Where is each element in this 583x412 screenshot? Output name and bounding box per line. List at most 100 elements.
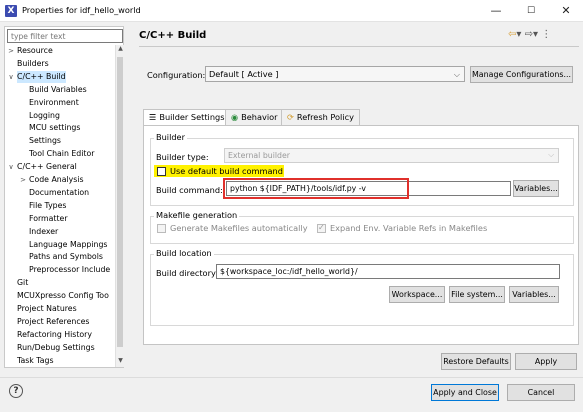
tab-builder-settings[interactable]: ☰ Builder Settings: [143, 109, 231, 126]
tree-item[interactable]: > Code Analysis: [5, 174, 115, 186]
refresh-icon: ⟳: [287, 112, 294, 122]
tree-item-label: Settings: [29, 136, 61, 146]
tree-item[interactable]: Documentation: [5, 187, 115, 199]
tree-item[interactable]: MCU settings: [5, 122, 115, 134]
build-directory-label: Build directory:: [156, 268, 218, 278]
view-menu-icon[interactable]: ⋮: [541, 29, 551, 40]
chevron-down-icon[interactable]: ∨: [7, 71, 15, 83]
tree-item-label: C/C++ General: [17, 162, 77, 172]
tree-item-label: Build Variables: [29, 84, 87, 94]
tree-item[interactable]: Settings: [5, 135, 115, 147]
tree-item[interactable]: Paths and Symbols: [5, 251, 115, 263]
manage-configurations-button[interactable]: Manage Configurations...: [470, 66, 573, 83]
close-button[interactable]: ✕: [549, 0, 583, 22]
chevron-down-icon: ⌵: [453, 70, 460, 79]
forward-arrow-icon[interactable]: ⇨: [525, 29, 533, 40]
tree-item[interactable]: ∨ C/C++ Build: [5, 70, 115, 83]
scrollbar-thumb[interactable]: [117, 57, 123, 347]
tree-item[interactable]: ∨ C/C++ General: [5, 161, 115, 173]
tree-item[interactable]: Project References: [5, 316, 115, 328]
tree-item-label: MCUXpresso Config Too: [17, 291, 109, 301]
tree-item[interactable]: Formatter: [5, 213, 115, 225]
restore-defaults-button[interactable]: Restore Defaults: [441, 353, 511, 370]
builder-settings-panel: Builder Builder type: External builder ⌵…: [143, 125, 579, 345]
tree-item[interactable]: Builders: [5, 58, 115, 70]
generate-makefiles-checkbox: [157, 224, 166, 233]
tree-item-label: Run/Debug Settings: [17, 342, 95, 352]
chevron-right-icon[interactable]: >: [7, 45, 15, 57]
tree-item[interactable]: Git: [5, 277, 115, 289]
tree-item[interactable]: > Resource: [5, 45, 115, 57]
chevron-down-icon[interactable]: ∨: [7, 161, 15, 173]
tree-item-label: Environment: [29, 97, 79, 107]
chevron-right-icon[interactable]: >: [19, 174, 27, 186]
app-icon: X: [5, 5, 17, 17]
tree-item[interactable]: Environment: [5, 97, 115, 109]
back-menu-icon[interactable]: ▾: [516, 29, 521, 40]
builder-type-value: External builder: [228, 151, 291, 160]
tree-item[interactable]: Run/Debug Settings: [5, 342, 115, 354]
tree-item-label: Builders: [17, 58, 49, 68]
apply-button[interactable]: Apply: [515, 353, 577, 370]
expand-env-checkbox: [317, 223, 326, 233]
tree-item-label: Preprocessor Include: [29, 265, 111, 275]
builder-group-label: Builder: [154, 132, 187, 142]
tree-item[interactable]: Logging: [5, 110, 115, 122]
build-directory-input[interactable]: ${workspace_loc:/idf_hello_world}/: [216, 264, 560, 279]
tree-item-label: Paths and Symbols: [29, 252, 103, 262]
minimize-button[interactable]: —: [479, 0, 513, 22]
tree-item-label: Documentation: [29, 187, 90, 197]
tree-item[interactable]: Language Mappings: [5, 239, 115, 251]
scroll-up-icon[interactable]: ▲: [116, 45, 125, 55]
chevron-down-icon: ⌵: [548, 150, 554, 159]
radio-icon: ◉: [231, 112, 239, 122]
location-variables-button[interactable]: Variables...: [509, 286, 559, 303]
footer-divider: [0, 377, 583, 378]
tree-item[interactable]: Project Natures: [5, 303, 115, 315]
apply-and-close-button[interactable]: Apply and Close: [431, 384, 499, 401]
tree-item[interactable]: Task Tags: [5, 355, 115, 367]
help-icon[interactable]: ?: [9, 384, 23, 398]
tree-item-label: Project References: [17, 316, 90, 326]
tree-item-label: Refactoring History: [17, 329, 92, 339]
tree-item[interactable]: Build Variables: [5, 84, 115, 96]
scroll-down-icon[interactable]: ▼: [116, 357, 125, 367]
property-page-nav: >ResourceBuilders∨C/C++ BuildBuild Varia…: [4, 26, 124, 368]
maximize-button[interactable]: ☐: [514, 0, 548, 22]
makefile-group-label: Makefile generation: [154, 210, 240, 220]
tab-refresh-policy[interactable]: ⟳ Refresh Policy: [281, 109, 360, 125]
generate-makefiles-label: Generate Makefiles automatically: [170, 223, 308, 233]
tab-behavior[interactable]: ◉ Behavior: [225, 109, 284, 125]
title-bar: X Properties for idf_hello_world — ☐ ✕: [0, 0, 583, 22]
tree-item-label: Git: [17, 278, 29, 288]
tree-item[interactable]: Preprocessor Include: [5, 264, 115, 276]
tree-item[interactable]: Indexer: [5, 226, 115, 238]
property-tree: > Resource Builders ∨ C/C++ Build Build Varia…: [5, 45, 115, 367]
tree-item-label: C/C++ Build: [17, 70, 66, 83]
workspace-button[interactable]: Workspace...: [389, 286, 445, 303]
configuration-value: Default [ Active ]: [209, 69, 279, 79]
build-location-group-label: Build location: [154, 248, 214, 258]
page-title: C/C++ Build: [139, 30, 207, 41]
tree-item-label: Indexer: [29, 226, 59, 236]
configuration-select[interactable]: Default [ Active ] ⌵: [205, 66, 465, 82]
tree-item[interactable]: File Types: [5, 200, 115, 212]
filter-input[interactable]: [7, 29, 123, 43]
tree-item-label: Language Mappings: [29, 239, 108, 249]
use-default-build-checkbox[interactable]: [157, 167, 166, 176]
forward-menu-icon[interactable]: ▾: [533, 29, 538, 40]
tree-item-label: Code Analysis: [29, 175, 84, 184]
page-nav-toolbar: ⇦▾ ⇨▾ ⋮: [508, 29, 551, 40]
tree-item[interactable]: Refactoring History: [5, 329, 115, 341]
file-system-button[interactable]: File system...: [449, 286, 505, 303]
tree-item[interactable]: MCUXpresso Config Too: [5, 290, 115, 302]
highlight-red-box: [223, 178, 409, 199]
tree-item-label: Tool Chain Editor: [29, 149, 95, 159]
tree-item[interactable]: Tool Chain Editor: [5, 148, 115, 160]
properties-page: C/C++ Build ⇦▾ ⇨▾ ⋮ Configuration: Defau…: [139, 26, 579, 371]
tree-scrollbar[interactable]: ▲ ▼: [115, 45, 124, 367]
tab-label: Behavior: [241, 112, 278, 122]
builder-variables-button[interactable]: Variables...: [513, 180, 559, 197]
tab-bar: ☰ Builder Settings ◉ Behavior ⟳ Refresh Pol…: [143, 109, 579, 126]
cancel-button[interactable]: Cancel: [507, 384, 575, 401]
